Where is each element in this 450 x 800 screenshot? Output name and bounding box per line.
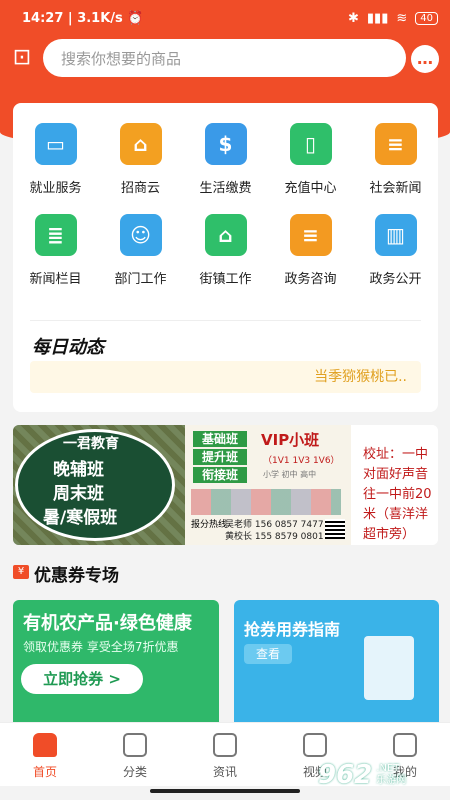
tab-label: 资讯 [212, 765, 237, 779]
news-icon [213, 733, 237, 757]
signal-icon: ▮▮▮ [366, 10, 389, 26]
status-bar: 14:27 | 3.1K/s ⏰ ✱ ▮▮▮ ≋ 40 [0, 0, 450, 36]
scan-icon[interactable]: ⊡ [8, 44, 36, 72]
home-indicator [150, 789, 300, 793]
divider [30, 320, 421, 321]
banner-left: 一君教育 晚辅班 周末班 暑/寒假班 [13, 425, 185, 545]
video-icon [303, 733, 327, 757]
battery-icon: 40 [415, 11, 438, 25]
tab-item[interactable]: 首页 [0, 723, 90, 786]
status-time: 14:27 [22, 10, 64, 26]
document-icon: ≡ [374, 123, 417, 165]
banner-vip: VIP小班 [261, 431, 320, 449]
qr-code-icon [325, 519, 345, 539]
message-icon[interactable]: … [411, 45, 439, 73]
service-item[interactable]: ≡ 社会新闻 [353, 123, 438, 196]
grab-coupon-button[interactable]: 立即抢券 > [21, 664, 143, 694]
banner-vip-sub: （1V1 1V3 1V6） [263, 456, 340, 466]
tab-label: 首页 [32, 765, 57, 779]
coupon-card-subtitle: 领取优惠券 享受全场7折优惠 [23, 640, 179, 654]
banner-phone-1: 吴老师 156 0857 7477 [225, 520, 324, 530]
watermark-net: .NET [376, 763, 400, 774]
coupon-card-title: 有机农产品·绿色健康 [23, 613, 192, 634]
banner-line-3: 暑/寒假班 [43, 508, 118, 528]
watermark-site: 乐游网 [376, 775, 407, 786]
service-label: 新闻栏目 [29, 272, 82, 287]
service-label: 社会新闻 [369, 181, 422, 196]
daily-title: 每日动态 [32, 337, 104, 358]
yen-icon: ¥ [13, 565, 29, 579]
view-guide-button[interactable]: 查看 [244, 644, 292, 664]
house-icon: ⌂ [204, 214, 247, 256]
service-item[interactable]: ≡ 政务咨询 [268, 214, 353, 287]
tab-label: 分类 [122, 765, 147, 779]
service-label: 充值中心 [284, 181, 337, 196]
home-icon [33, 733, 57, 757]
service-item[interactable]: ▥ 政务公开 [353, 214, 438, 287]
service-label: 政务咨询 [284, 272, 337, 287]
store-icon: ⌂ [119, 123, 162, 165]
services-card: ▭ 就业服务 ⌂ 招商云 $ 生活缴费 ▯ 充值中心 ≡ 社会新闻 ≣ 新闻栏目 ☺ 部门工作 ⌂ 街镇工作 ≡… [13, 103, 438, 412]
banner-middle: 基础班 提升班 衔接班 VIP小班 （1V1 1V3 1V6） 小学 初中 高中… [185, 425, 351, 545]
service-item[interactable]: ⌂ 招商云 [98, 123, 183, 196]
guide-illustration [364, 636, 414, 700]
service-item[interactable]: ▭ 就业服务 [13, 123, 98, 196]
banner-phone-2: 黄校长 155 8579 0801 [225, 532, 324, 542]
banner-tag-3: 衔接班 [193, 467, 247, 483]
service-label: 就业服务 [29, 181, 82, 196]
phone-icon: ▯ [289, 123, 332, 165]
service-label: 生活缴费 [199, 181, 252, 196]
service-item[interactable]: ☺ 部门工作 [98, 214, 183, 287]
banner-hotline: 报分热线 [191, 520, 228, 530]
banner-tag-2: 提升班 [193, 449, 247, 465]
news-icon: ≣ [34, 214, 77, 256]
book-icon: ▥ [374, 214, 417, 256]
bluetooth-icon: ✱ [347, 10, 359, 26]
services-grid: ▭ 就业服务 ⌂ 招商云 $ 生活缴费 ▯ 充值中心 ≡ 社会新闻 ≣ 新闻栏目 ☺ 部门工作 ⌂ 街镇工作 ≡… [13, 123, 438, 287]
banner-address: 校址：一中对面好声音往一中前20米（喜洋洋超市旁） [351, 425, 438, 545]
service-item[interactable]: $ 生活缴费 [183, 123, 268, 196]
service-label: 部门工作 [114, 272, 167, 287]
coupon-guide-title: 抢券用券指南 [244, 620, 341, 639]
service-label: 街镇工作 [199, 272, 252, 287]
person-card-icon: ☺ [119, 214, 162, 256]
banner-school: 一君教育 [63, 436, 119, 452]
water-drop-icon: $ [204, 123, 247, 165]
tab-item[interactable]: 分类 [90, 723, 180, 786]
service-item[interactable]: ⌂ 街镇工作 [183, 214, 268, 287]
watermark-brand: 962 [318, 760, 373, 790]
alarm-icon: ⏰ [127, 10, 144, 26]
tab-item[interactable]: 资讯 [180, 723, 270, 786]
ad-banner[interactable]: 一君教育 晚辅班 周末班 暑/寒假班 基础班 提升班 衔接班 VIP小班 （1V… [13, 425, 438, 545]
banner-tag-1: 基础班 [193, 431, 247, 447]
user-icon [393, 733, 417, 757]
category-icon [123, 733, 147, 757]
search-placeholder: 搜索你想要的商品 [61, 49, 182, 68]
banner-line-2: 周末班 [53, 484, 104, 504]
coupon-guide-card[interactable]: 抢券用券指南 查看 [234, 600, 439, 730]
coupon-section-title: 优惠券专场 [34, 566, 119, 586]
banner-photos [191, 489, 341, 515]
banner-grades: 小学 初中 高中 [263, 470, 317, 479]
service-label: 招商云 [120, 181, 160, 196]
service-label: 政务公开 [369, 272, 422, 287]
banner-line-1: 晚辅班 [53, 460, 104, 480]
service-item[interactable]: ≣ 新闻栏目 [13, 214, 98, 287]
watermark: 962 .NET 乐游网 [318, 755, 446, 795]
coupon-card-organic[interactable]: 有机农产品·绿色健康 领取优惠券 享受全场7折优惠 立即抢券 > [13, 600, 219, 730]
status-right: ✱ ▮▮▮ ≋ 40 [348, 11, 438, 26]
daily-ticker[interactable]: 当季猕猴桃已.. [30, 361, 421, 393]
wifi-icon: ≋ [396, 10, 408, 26]
status-left: 14:27 | 3.1K/s ⏰ [22, 10, 144, 26]
service-item[interactable]: ▯ 充值中心 [268, 123, 353, 196]
briefcase-icon: ▭ [34, 123, 77, 165]
file-icon: ≡ [289, 214, 332, 256]
status-speed: 3.1K/s [77, 10, 123, 26]
search-input[interactable]: 搜索你想要的商品 [43, 39, 406, 77]
